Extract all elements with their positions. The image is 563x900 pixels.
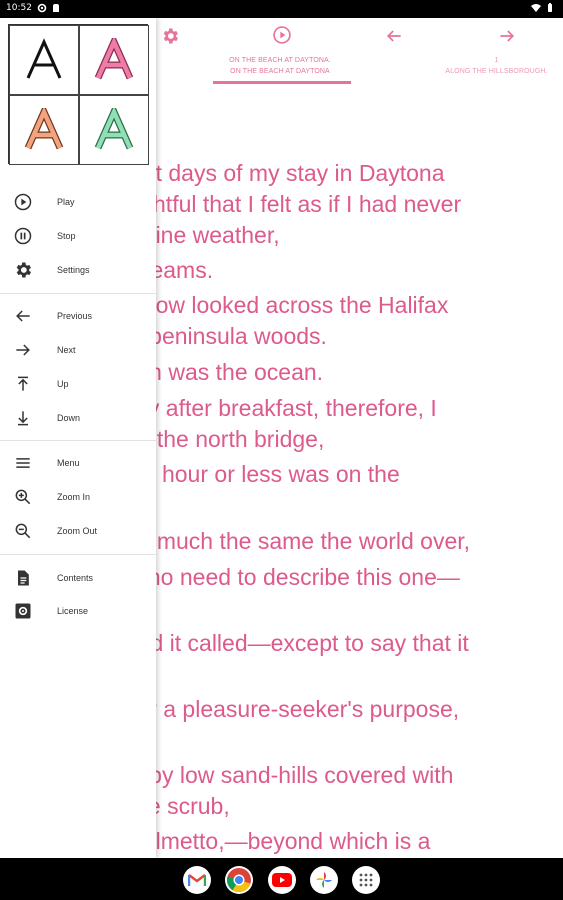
menu-label: Zoom In — [57, 492, 91, 502]
font-style-black[interactable] — [9, 25, 79, 95]
text-line: ole scrub, — [130, 793, 230, 819]
arrow-left-icon — [16, 310, 30, 322]
gmail-icon[interactable] — [183, 866, 211, 894]
arrow-up-icon — [18, 376, 28, 391]
status-time: 10:52 — [6, 3, 32, 13]
active-tab-indicator — [213, 81, 351, 84]
text-line: s no need to describe this one— — [130, 564, 460, 590]
youtube-icon[interactable] — [268, 866, 296, 894]
menu-icon — [16, 458, 30, 468]
tab-subtitle: ON THE BEACH AT DAYTONA — [230, 68, 330, 75]
navigation-drawer: Play Stop Settings Previous Next Up Down — [0, 18, 156, 858]
play-icon — [14, 193, 32, 211]
text-line: re much the same the world over, — [130, 528, 471, 554]
font-style-picker — [8, 24, 149, 165]
text-line: an hour or less was on the — [130, 461, 400, 487]
play-circle-icon[interactable] — [272, 25, 292, 45]
text-line: palmetto,—beyond which is a — [130, 828, 431, 854]
menu-label: Next — [57, 345, 76, 355]
menu-item-settings[interactable]: Settings — [0, 253, 156, 287]
menu-item-previous[interactable]: Previous — [0, 299, 156, 333]
menu-item-zoom-in[interactable]: Zoom In — [0, 480, 156, 514]
document-icon — [18, 570, 29, 586]
menu-label: Menu — [57, 458, 80, 468]
tab-current-chapter[interactable]: ON THE BEACH AT DAYTONA. ON THE BEACH AT… — [200, 55, 360, 77]
status-system-icons — [531, 3, 555, 13]
menu-item-down[interactable]: Down — [0, 401, 156, 435]
settings-status-icon — [37, 3, 47, 13]
tab-title: ON THE BEACH AT DAYTONA. — [229, 57, 331, 64]
text-line: e peninsula woods. — [130, 323, 327, 349]
system-nav-bar — [0, 858, 563, 900]
menu-item-contents[interactable]: Contents — [0, 561, 156, 595]
settings-gear-icon[interactable] — [160, 26, 180, 46]
text-line: d by low sand-hills covered with — [130, 762, 454, 788]
tab-title: 1 — [494, 57, 499, 64]
menu-divider — [0, 554, 156, 555]
menu-divider — [0, 293, 156, 294]
wifi-icon — [531, 4, 541, 12]
menu-item-menu[interactable]: Menu — [0, 446, 156, 480]
menu-item-zoom-out[interactable]: Zoom Out — [0, 514, 156, 548]
text-line: dreams. — [130, 257, 214, 283]
storage-status-icon — [53, 4, 59, 12]
chrome-icon[interactable] — [225, 866, 253, 894]
gear-icon — [16, 262, 32, 278]
text-line: for a pleasure-seeker's purpose, — [130, 696, 460, 722]
pause-icon — [14, 227, 32, 245]
arrow-down-icon — [18, 411, 28, 426]
zoom-in-icon — [15, 489, 31, 505]
menu-item-play[interactable]: Play — [0, 185, 156, 219]
arrow-right-icon[interactable] — [497, 26, 517, 46]
text-line: lightful that I felt as if I had never — [130, 191, 462, 217]
arrow-left-icon[interactable] — [384, 26, 404, 46]
menu-label: Contents — [57, 573, 94, 583]
menu-label: Previous — [57, 311, 93, 321]
menu-divider — [0, 440, 156, 441]
font-style-pink[interactable] — [79, 25, 149, 95]
screen: 10:52 ON THE BEACH AT DAYTONA. ON THE BE… — [0, 0, 563, 900]
zoom-out-icon — [15, 523, 31, 539]
menu-label: Settings — [57, 265, 90, 275]
text-line: rd the north bridge, — [130, 426, 325, 452]
text-line: h, — [130, 593, 560, 624]
menu-label: Play — [57, 197, 75, 207]
letter-a-green-glyph — [94, 108, 134, 150]
menu-label: Up — [57, 379, 69, 389]
menu-label: Zoom Out — [57, 526, 98, 536]
menu-item-stop[interactable]: Stop — [0, 219, 156, 253]
settings-box-icon — [15, 603, 31, 619]
font-style-orange[interactable] — [9, 95, 79, 165]
letter-a-orange-glyph — [24, 108, 64, 150]
menu-item-next[interactable]: Next — [0, 333, 156, 367]
text-line: ght days of my stay in Daytona — [130, 160, 445, 186]
menu-item-license[interactable]: License — [0, 594, 156, 628]
app-drawer-icon[interactable] — [352, 866, 380, 894]
font-style-green[interactable] — [79, 95, 149, 165]
battery-icon — [548, 3, 552, 12]
tab-next-chapter[interactable]: 1 ALONG THE HILLSBOROUGH. — [430, 55, 563, 77]
menu-label: License — [57, 606, 89, 616]
text-line: n fine weather, — [130, 222, 280, 248]
text-line: ndow looked across the Halifax — [130, 292, 449, 318]
text-line: em was the ocean. — [130, 359, 324, 385]
letter-a-pink-glyph — [94, 38, 134, 80]
letter-a-black-glyph — [26, 38, 62, 79]
text-line: ard it called—except to say that it — [130, 630, 469, 656]
status-bar: 10:52 — [0, 0, 563, 18]
tab-subtitle: ALONG THE HILLSBOROUGH. — [445, 68, 548, 75]
menu-label: Down — [57, 413, 81, 423]
photos-icon[interactable] — [310, 866, 338, 894]
arrow-right-icon — [16, 344, 30, 356]
text-line: ely after breakfast, therefore, I — [130, 395, 437, 421]
menu-item-up[interactable]: Up — [0, 367, 156, 401]
status-notification-icons — [37, 3, 61, 13]
menu-label: Stop — [57, 231, 76, 241]
